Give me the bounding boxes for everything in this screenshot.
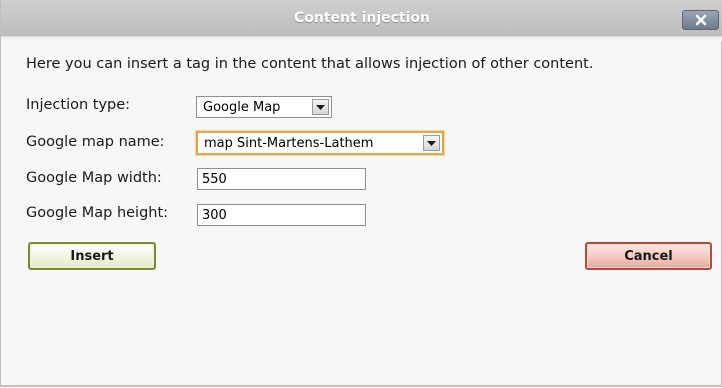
chevron-down-icon[interactable] [312,99,329,115]
injection-type-select[interactable]: Google Map [196,96,332,118]
map-width-input[interactable] [197,168,366,190]
dialog-titlebar[interactable]: Content injection [1,0,722,42]
map-name-value: map Sint-Martens-Lathem [204,135,374,151]
content-injection-dialog: Content injection Here you can insert a … [0,0,722,387]
map-height-label: Google Map height: [26,205,169,221]
intro-text: Here you can insert a tag in the content… [26,56,594,72]
injection-type-value: Google Map [203,99,281,115]
map-height-input[interactable] [197,204,366,226]
map-name-label: Google map name: [26,134,165,150]
chevron-down-icon[interactable] [423,135,440,151]
close-icon [695,14,707,26]
bottom-divider [1,385,721,386]
dialog-body: Here you can insert a tag in the content… [1,42,721,386]
insert-button[interactable]: Insert [28,242,156,270]
map-name-select[interactable]: map Sint-Martens-Lathem [196,131,444,155]
map-width-label: Google Map width: [26,170,162,186]
cancel-button[interactable]: Cancel [585,242,712,270]
close-button[interactable] [682,10,719,30]
dialog-title: Content injection [293,10,430,26]
injection-type-label: Injection type: [26,97,131,113]
